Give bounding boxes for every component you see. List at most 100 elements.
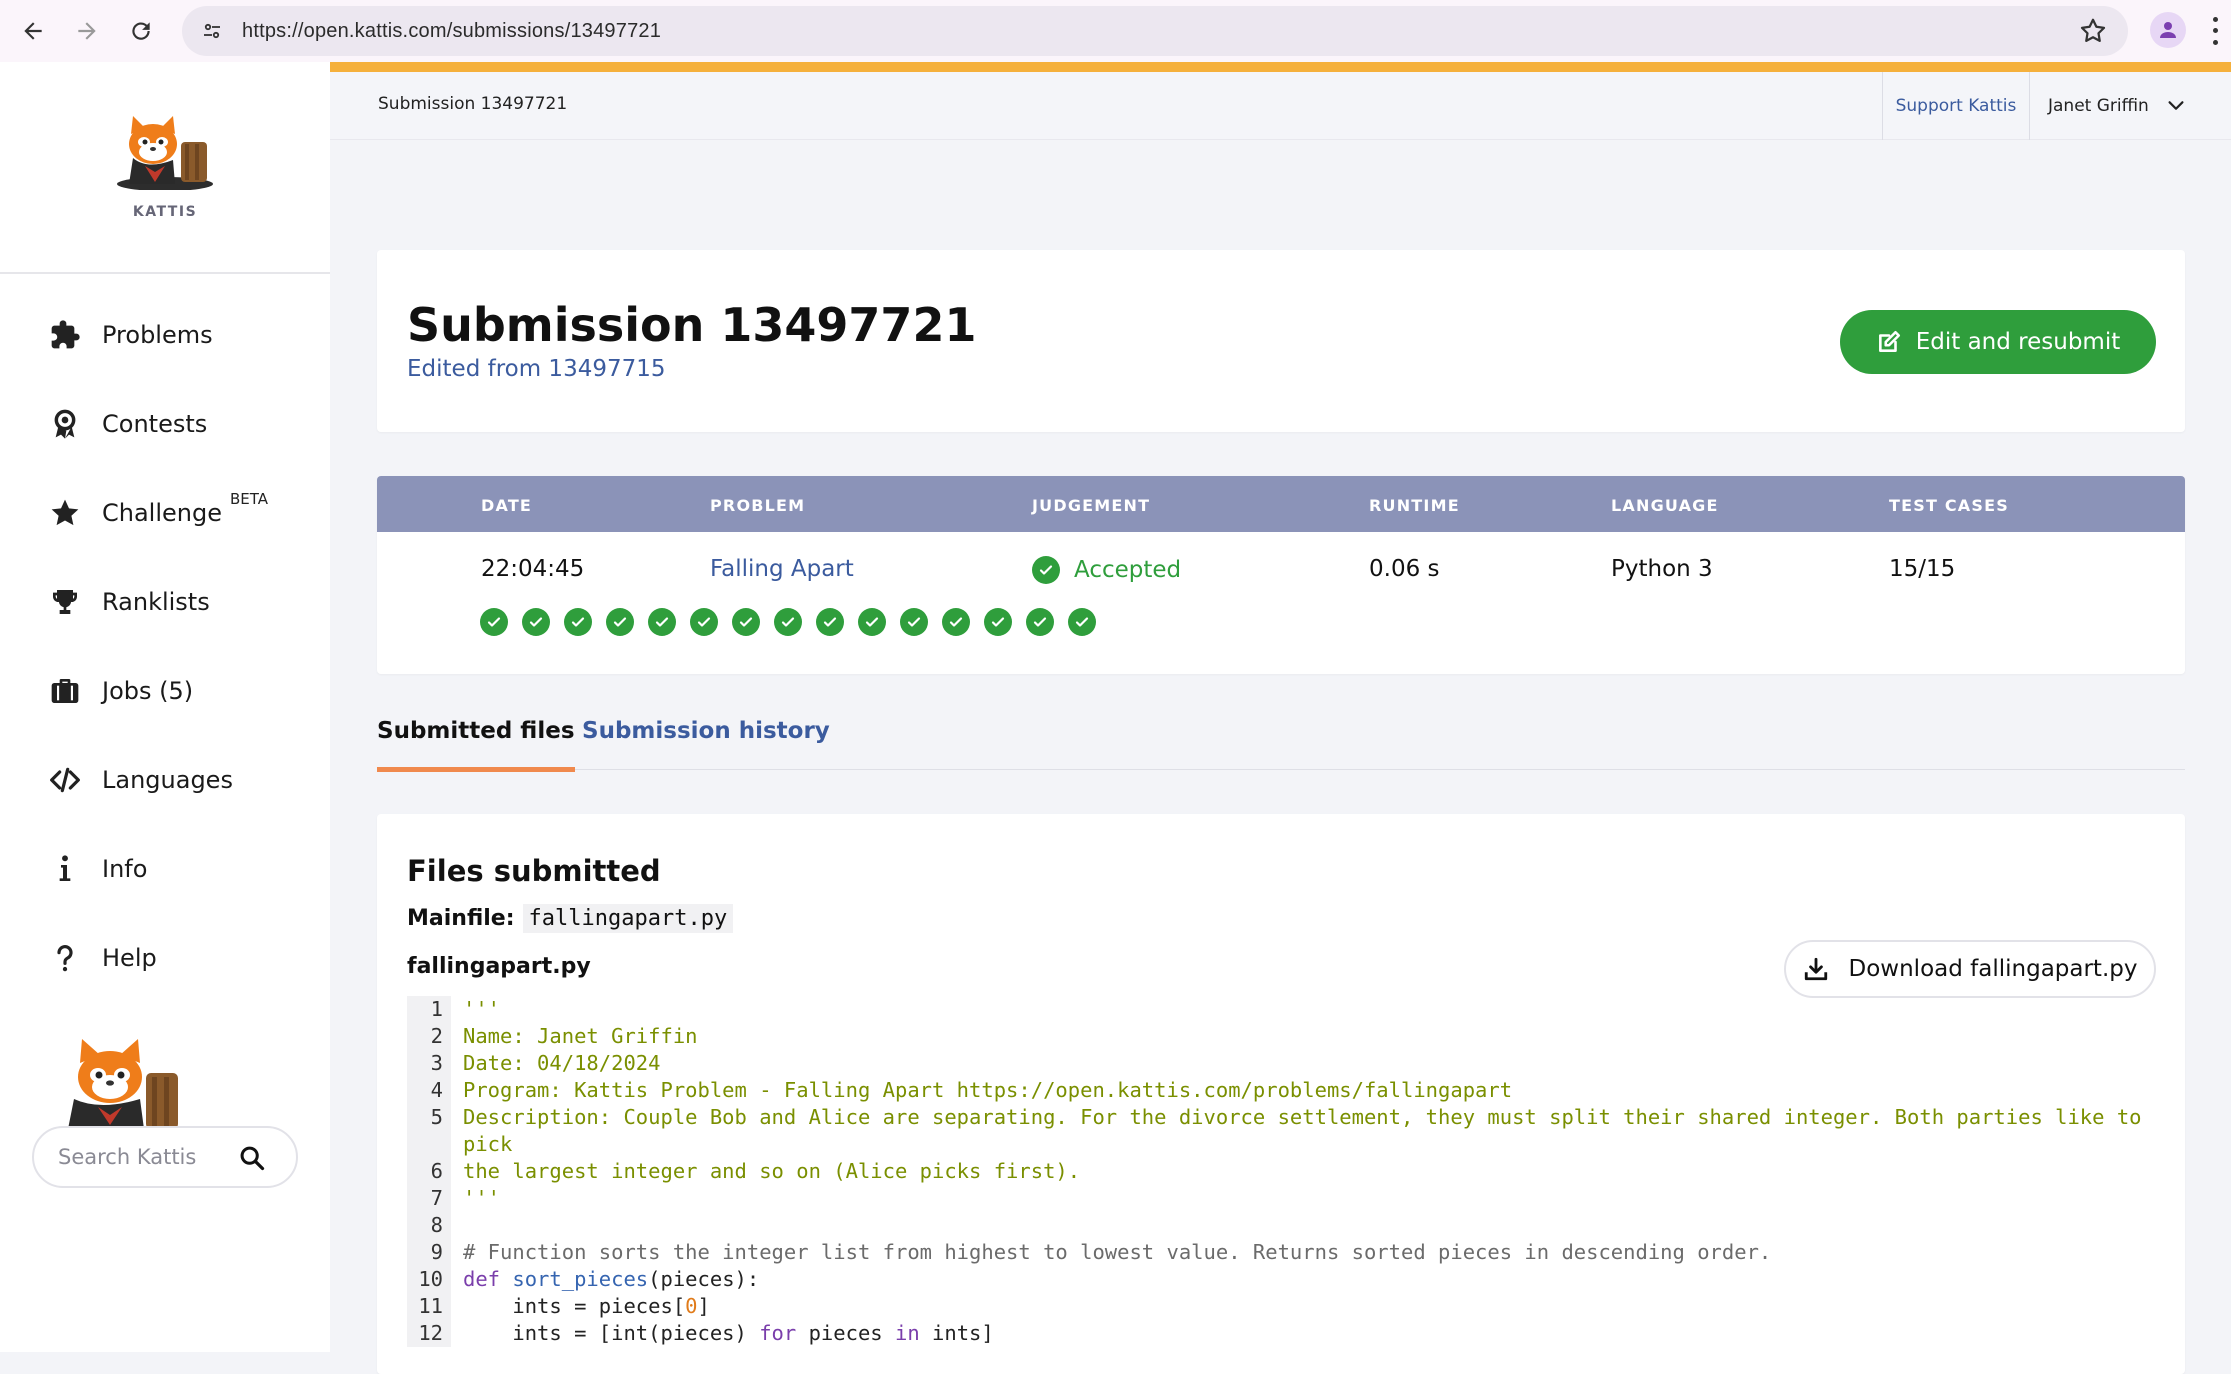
code-line: 8 [407,1212,2167,1239]
mainfile-row: Mainfile: fallingapart.py [407,904,734,933]
user-menu[interactable]: Janet Griffin [2048,72,2187,140]
test-case-pass-icon[interactable] [1068,608,1096,636]
line-number: 2 [407,1023,451,1050]
line-number: 8 [407,1212,451,1239]
cell-language: Python 3 [1611,556,1713,582]
sidebar-item-label: Info [102,854,148,883]
line-number: 9 [407,1239,451,1266]
sidebar-item-label: Languages [102,765,233,794]
info-icon [48,852,82,886]
cell-judgement: Accepted [1032,556,1181,584]
code-text: Name: Janet Griffin [451,1023,698,1050]
address-bar[interactable]: https://open.kattis.com/submissions/1349… [182,6,2128,56]
sidebar-item-label: Ranklists [102,587,210,616]
search-icon[interactable] [238,1144,266,1172]
code-text: Date: 04/18/2024 [451,1050,660,1077]
sidebar-nav: Problems Contests Challenge BETA Ranklis… [0,274,330,1002]
code-viewer[interactable]: 1 ''' 2 Name: Janet Griffin 3 Date: 04/18/202… [407,996,2167,1347]
test-case-pass-icon[interactable] [522,608,550,636]
line-number: 12 [407,1320,451,1347]
sidebar-item-help[interactable]: Help [0,913,330,1002]
test-case-pass-icon[interactable] [564,608,592,636]
test-case-pass-icon[interactable] [690,608,718,636]
sidebar-item-info[interactable]: Info [0,824,330,913]
tab-submission-history[interactable]: Submission history [582,718,830,758]
arrow-left-icon [24,22,42,40]
code-token: 0 [685,1294,698,1318]
submission-title-card: Submission 13497721 Edited from 13497715… [377,250,2185,432]
code-text: Program: Kattis Problem - Falling Apart … [451,1077,1512,1104]
browser-toolbar: https://open.kattis.com/submissions/1349… [0,0,2231,62]
code-token: ''' [463,1186,501,1210]
browser-menu-icon[interactable] [2205,14,2225,48]
code-token: ints = pieces[ [463,1294,686,1318]
code-text: ints = [int(pieces) for pieces in ints] [451,1320,993,1347]
test-case-pass-icon[interactable] [816,608,844,636]
test-case-pass-icon[interactable] [732,608,760,636]
test-case-pass-icon[interactable] [900,608,928,636]
sidebar-item-label: Challenge [102,498,222,527]
support-kattis-link[interactable]: Support Kattis [1882,72,2030,140]
download-button[interactable]: Download fallingapart.py [1784,940,2156,998]
code-text: # Function sorts the integer list from h… [451,1239,1771,1266]
test-case-pass-icon[interactable] [648,608,676,636]
test-case-pass-icon[interactable] [774,608,802,636]
sidebar-item-languages[interactable]: Languages [0,735,330,824]
test-case-pass-icon[interactable] [1026,608,1054,636]
forward-button[interactable] [60,4,114,58]
check-circle-icon [1032,556,1060,584]
test-case-pass-icon[interactable] [480,608,508,636]
puzzle-icon [48,318,82,352]
test-case-results [480,608,1110,636]
line-number: 4 [407,1077,451,1104]
bookmark-star-icon[interactable] [2078,16,2108,46]
code-token: pick [463,1132,513,1156]
code-token: ints = [int(pieces) [463,1321,760,1345]
test-case-pass-icon[interactable] [858,608,886,636]
arrow-right-icon [78,22,96,40]
search-input[interactable] [58,1145,238,1169]
mainfile-label: Mainfile: [407,906,515,931]
sidebar-item-challenge[interactable]: Challenge BETA [0,468,330,557]
profile-avatar-icon[interactable] [2150,12,2186,48]
table-row: 22:04:45 Falling Apart Accepted 0.06 s P… [377,476,2185,636]
test-case-pass-icon[interactable] [606,608,634,636]
edit-icon [1878,330,1900,352]
sidebar-item-label: Jobs (5) [102,676,194,705]
kattis-cat-logo-icon [117,116,213,190]
line-number: 5 [407,1104,451,1131]
edit-and-resubmit-button[interactable]: Edit and resubmit [1840,310,2156,374]
code-token: sort_pieces [512,1267,649,1291]
sidebar-item-contests[interactable]: Contests [0,379,330,468]
code-line: 3 Date: 04/18/2024 [407,1050,2167,1077]
tab-submitted-files[interactable]: Submitted files [377,718,575,772]
code-token: ''' [463,997,501,1021]
kattis-logo[interactable]: KATTIS [0,62,330,274]
code-token: Date: 04/18/2024 [463,1051,661,1075]
code-token: the largest integer and so on (Alice pic… [463,1159,1081,1183]
files-card: Files submitted Mainfile: fallingapart.p… [377,814,2185,1374]
back-button[interactable] [6,4,60,58]
code-line: 7 ''' [407,1185,2167,1212]
url-text[interactable]: https://open.kattis.com/submissions/1349… [242,20,661,43]
cell-test-cases: 15/15 [1889,556,1956,582]
reload-button[interactable] [114,4,168,58]
code-token: def [463,1267,501,1291]
award-icon [48,407,82,441]
cell-problem-link[interactable]: Falling Apart [710,556,854,582]
sidebar-item-ranklists[interactable]: Ranklists [0,557,330,646]
reload-icon [132,22,150,40]
code-line: 11 ints = pieces[0] [407,1293,2167,1320]
search-box[interactable] [32,1126,298,1188]
code-line: 10 def sort_pieces(pieces): [407,1266,2167,1293]
test-case-pass-icon[interactable] [942,608,970,636]
edited-from-link[interactable]: Edited from 13497715 [407,356,666,382]
test-case-pass-icon[interactable] [984,608,1012,636]
accent-bar [330,62,2231,72]
site-settings-icon[interactable] [182,6,242,56]
sidebar-item-jobs[interactable]: Jobs (5) [0,646,330,735]
sidebar-item-problems[interactable]: Problems [0,290,330,379]
code-line: 1 ''' [407,996,2167,1023]
